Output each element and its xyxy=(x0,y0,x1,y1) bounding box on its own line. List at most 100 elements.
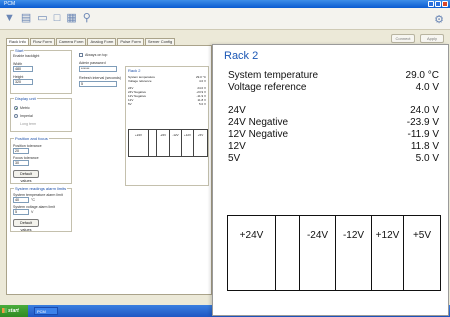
mini-row: Voltage reference 4.0 V xyxy=(128,79,206,83)
tab-pulse-form[interactable]: Pulse Form xyxy=(117,38,144,45)
taskbar-item-pcm[interactable]: PCM xyxy=(34,307,58,315)
voltage-bar-strip: +24V -24V -12V +12V +5V xyxy=(227,215,441,291)
top-buttons: Connect Apply xyxy=(391,34,444,43)
filter-icon[interactable]: ▼ xyxy=(4,13,15,24)
imperial-radio[interactable] xyxy=(14,114,18,118)
alarm-limits-group: System readings alarm limits System temp… xyxy=(10,186,72,232)
width-input[interactable]: 480 xyxy=(13,66,33,72)
focus-tolerance-input[interactable]: 30 xyxy=(13,160,29,166)
voltage-row-12v-negative: 12V Negative -11.9 V xyxy=(228,129,439,140)
voltage-bar-plus-5v: +5V xyxy=(404,216,440,290)
reading-label: Voltage reference xyxy=(228,82,307,93)
mini-bar-strip: +24V -24V -12V +12V +5V xyxy=(128,129,208,157)
volt-unit-label: V xyxy=(31,210,34,214)
rack-preview: Rack 2 System temperature 29.0 °C Voltage… xyxy=(125,66,209,186)
position-tolerance-input[interactable]: 20 xyxy=(13,148,29,154)
voltage-bar-empty xyxy=(276,216,300,290)
rack-title: Rack 2 xyxy=(224,50,259,62)
windows-logo-icon xyxy=(2,308,7,313)
voltage-bar-minus-24v: -24V xyxy=(300,216,336,290)
mini-value: 4.0 V xyxy=(198,79,206,83)
table-icon[interactable]: ▦ xyxy=(66,13,76,24)
minimize-button[interactable] xyxy=(428,1,434,7)
reading-row-temperature: System temperature 29.0 °C xyxy=(228,70,439,81)
connect-button[interactable]: Connect xyxy=(391,34,415,43)
voltage-value: 24.0 V xyxy=(410,105,439,116)
metric-radio[interactable] xyxy=(14,106,18,110)
reading-row-voltage-reference: Voltage reference 4.0 V xyxy=(228,82,439,93)
voltage-label: 24V xyxy=(228,105,246,116)
imperial-label: Imperial xyxy=(20,114,33,118)
mini-label: Voltage reference xyxy=(128,79,152,83)
mini-bar: -12V xyxy=(170,130,182,156)
chart-icon[interactable]: ▤ xyxy=(21,13,31,24)
metric-label: Metric xyxy=(20,106,30,110)
voltage-label: 12V xyxy=(228,141,246,152)
default-values-button[interactable]: Default values xyxy=(13,219,39,232)
group-title: System readings alarm limits xyxy=(14,186,68,191)
folder-icon[interactable]: ▭ xyxy=(37,13,47,24)
maximize-button[interactable] xyxy=(435,1,441,7)
group-title: Position and focus xyxy=(14,136,49,141)
tab-server-config[interactable]: Server Config xyxy=(144,38,176,45)
mini-row: 5V 5.0 V xyxy=(128,102,206,106)
long-term-label: Long term xyxy=(20,122,37,126)
voltage-bar-minus-12v: -12V xyxy=(336,216,372,290)
voltage-label: 24V Negative xyxy=(228,117,289,128)
always-on-top-label: Always on top xyxy=(85,53,108,57)
voltage-row-5v: 5V 5.0 V xyxy=(228,153,439,164)
voltage-row-12v: 12V 11.8 V xyxy=(228,141,439,152)
mini-bar xyxy=(149,130,157,156)
window-icon[interactable]: □ xyxy=(54,13,61,24)
group-title: Start xyxy=(14,48,25,53)
settings-panel: Start Enable backlight Width 480 Height … xyxy=(6,45,212,295)
rack-preview-title: Rack 2 xyxy=(128,68,141,73)
start-group: Start Enable backlight Width 480 Height … xyxy=(10,48,72,94)
voltage-value: 11.8 V xyxy=(410,141,439,152)
refresh-input[interactable]: 5 xyxy=(79,81,117,87)
start-label: start xyxy=(8,308,19,314)
title-bar: PCM xyxy=(0,0,450,8)
voltage-label: 5V xyxy=(228,153,241,164)
mini-bar: +5V xyxy=(197,133,204,137)
voltage-value: 5.0 V xyxy=(415,153,439,164)
voltage-value: -11.9 V xyxy=(407,129,440,140)
always-on-top-checkbox[interactable] xyxy=(79,53,83,57)
toolbar: ▼ ▤ ▭ □ ▦ ⚲ ⚙ xyxy=(0,8,450,30)
tab-camera-form[interactable]: Camera Form xyxy=(55,38,87,45)
bar-label: +12V xyxy=(375,230,400,241)
tab-analog-form[interactable]: Analog Form xyxy=(87,38,117,45)
bar-label: -24V xyxy=(306,230,329,241)
height-input[interactable]: 320 xyxy=(13,79,33,85)
temp-alarm-input[interactable]: 40 xyxy=(13,197,29,203)
voltage-row-24v: 24V 24.0 V xyxy=(228,105,439,116)
refresh-label: Refresh interval (seconds) xyxy=(79,76,121,80)
default-values-button[interactable]: Default values xyxy=(13,170,39,183)
tab-flow-form[interactable]: Flow Form xyxy=(29,38,55,45)
reading-value: 4.0 V xyxy=(415,82,439,93)
start-button[interactable]: start xyxy=(0,305,28,317)
tab-strip: Rack Info Flow Form Camera Form Analog F… xyxy=(6,38,176,45)
password-label: Admin password xyxy=(79,61,106,65)
mini-bar: +24V xyxy=(129,130,149,156)
apply-button[interactable]: Apply xyxy=(420,34,444,43)
group-title: Display unit xyxy=(14,96,37,101)
backlight-label: Enable backlight xyxy=(13,54,40,58)
window-controls xyxy=(428,1,448,7)
voltage-row-24v-negative: 24V Negative -23.9 V xyxy=(228,117,439,128)
volt-alarm-input[interactable]: 5 xyxy=(13,209,29,215)
search-icon[interactable]: ⚲ xyxy=(83,13,91,24)
mini-bar: -24V xyxy=(157,130,170,156)
password-input[interactable]: ****** xyxy=(79,66,117,72)
voltage-bar-plus-12v: +12V xyxy=(372,216,404,290)
reading-label: System temperature xyxy=(228,70,319,81)
close-button[interactable] xyxy=(442,1,448,7)
display-unit-group: Display unit Metric Imperial Long term xyxy=(10,96,72,132)
settings-icon[interactable]: ⚙ xyxy=(434,13,444,26)
mini-bar: +12V xyxy=(182,130,194,156)
voltage-value: -23.9 V xyxy=(406,117,439,128)
voltage-bar-plus-24v: +24V xyxy=(228,216,276,290)
rack-detail-panel: Rack 2 System temperature 29.0 °C Voltag… xyxy=(212,44,449,316)
tab-rack-info[interactable]: Rack Info xyxy=(6,38,29,45)
mini-label: 5V xyxy=(128,102,132,106)
